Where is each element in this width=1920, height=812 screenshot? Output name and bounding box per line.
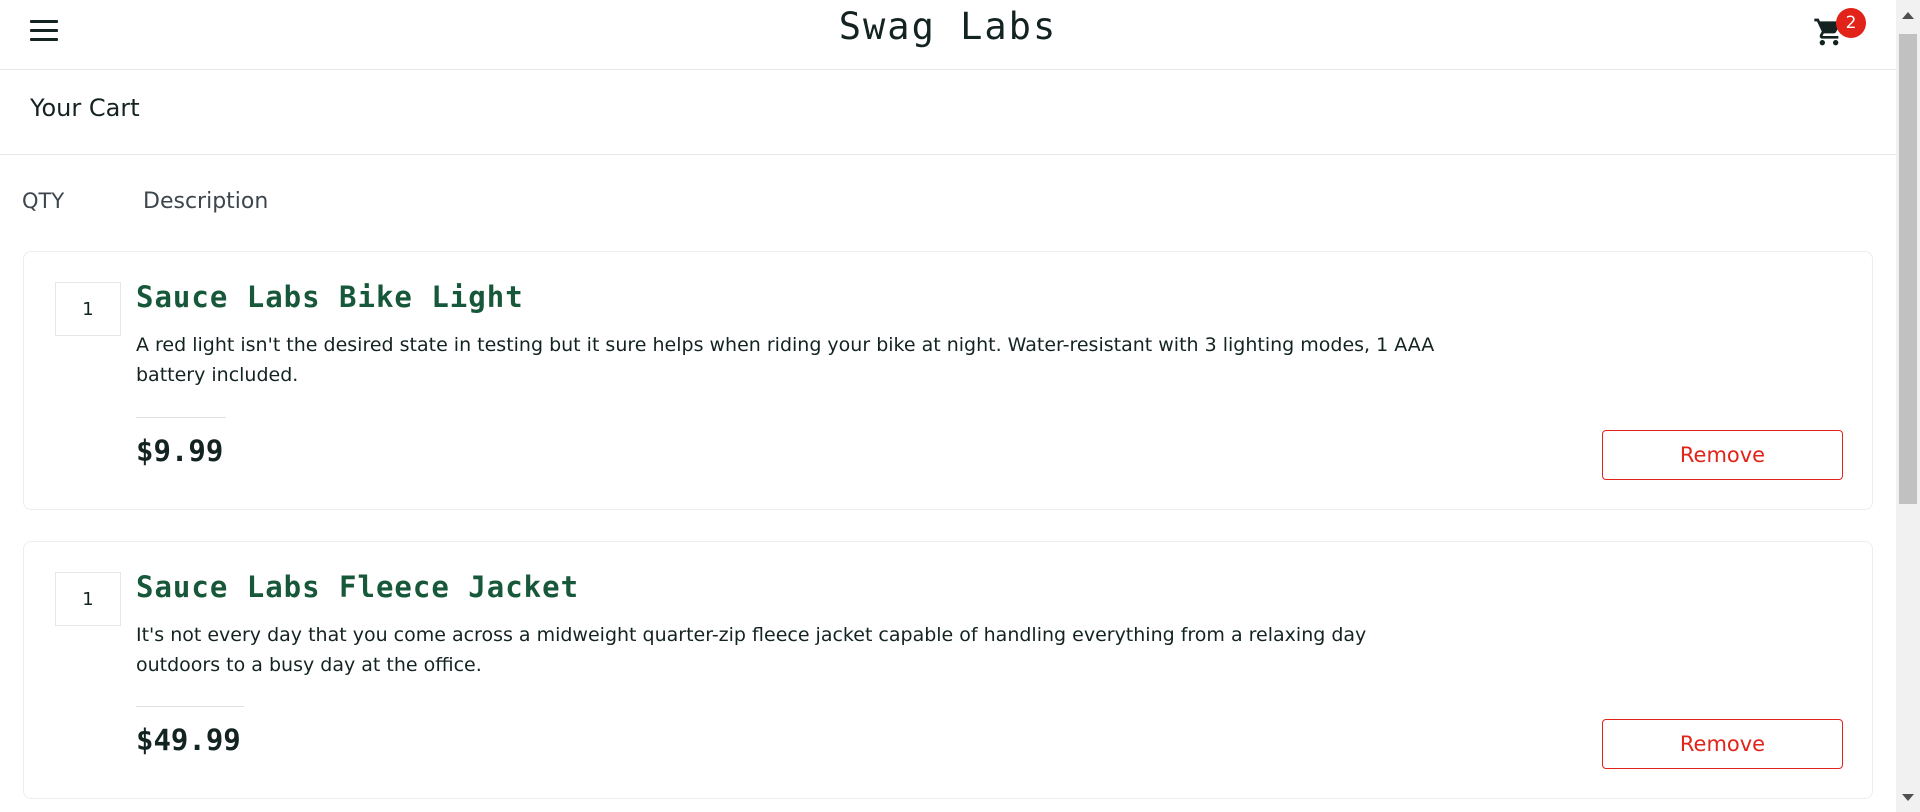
price-divider bbox=[136, 706, 244, 707]
secondary-header: Your Cart bbox=[0, 70, 1896, 155]
item-price: $9.99 bbox=[136, 434, 224, 468]
item-description: It's not every day that you come across … bbox=[136, 624, 1367, 676]
description-column-label: Description bbox=[143, 189, 269, 214]
qty-column-label: QTY bbox=[22, 189, 65, 213]
item-description: A red light isn't the desired state in t… bbox=[136, 334, 1435, 386]
cart-count-badge: 2 bbox=[1836, 8, 1866, 38]
remove-button[interactable]: Remove bbox=[1602, 719, 1843, 769]
cart-item: 1 Sauce Labs Fleece Jacket It's not ever… bbox=[23, 541, 1873, 799]
item-name-link[interactable]: Sauce Labs Fleece Jacket bbox=[136, 570, 579, 604]
item-price: $49.99 bbox=[136, 723, 241, 757]
remove-button[interactable]: Remove bbox=[1602, 430, 1843, 480]
shopping-cart-link[interactable]: 2 bbox=[1808, 8, 1866, 52]
cart-page: Swag Labs 2 Your Cart QTY Description 1 … bbox=[0, 0, 1920, 812]
primary-header: Swag Labs 2 bbox=[0, 0, 1896, 70]
scroll-down-arrow-icon[interactable] bbox=[1902, 794, 1914, 801]
cart-item: 1 Sauce Labs Bike Light A red light isn'… bbox=[23, 251, 1873, 510]
app-logo: Swag Labs bbox=[838, 5, 1058, 48]
price-divider bbox=[136, 417, 226, 418]
cart-column-labels: QTY Description bbox=[0, 155, 1896, 245]
page-title: Your Cart bbox=[30, 94, 140, 122]
item-quantity: 1 bbox=[55, 572, 121, 626]
vertical-scrollbar[interactable] bbox=[1896, 0, 1920, 812]
item-name-link[interactable]: Sauce Labs Bike Light bbox=[136, 280, 524, 314]
item-quantity: 1 bbox=[55, 282, 121, 336]
scroll-up-arrow-icon[interactable] bbox=[1902, 12, 1914, 19]
scrollbar-thumb[interactable] bbox=[1899, 34, 1917, 504]
